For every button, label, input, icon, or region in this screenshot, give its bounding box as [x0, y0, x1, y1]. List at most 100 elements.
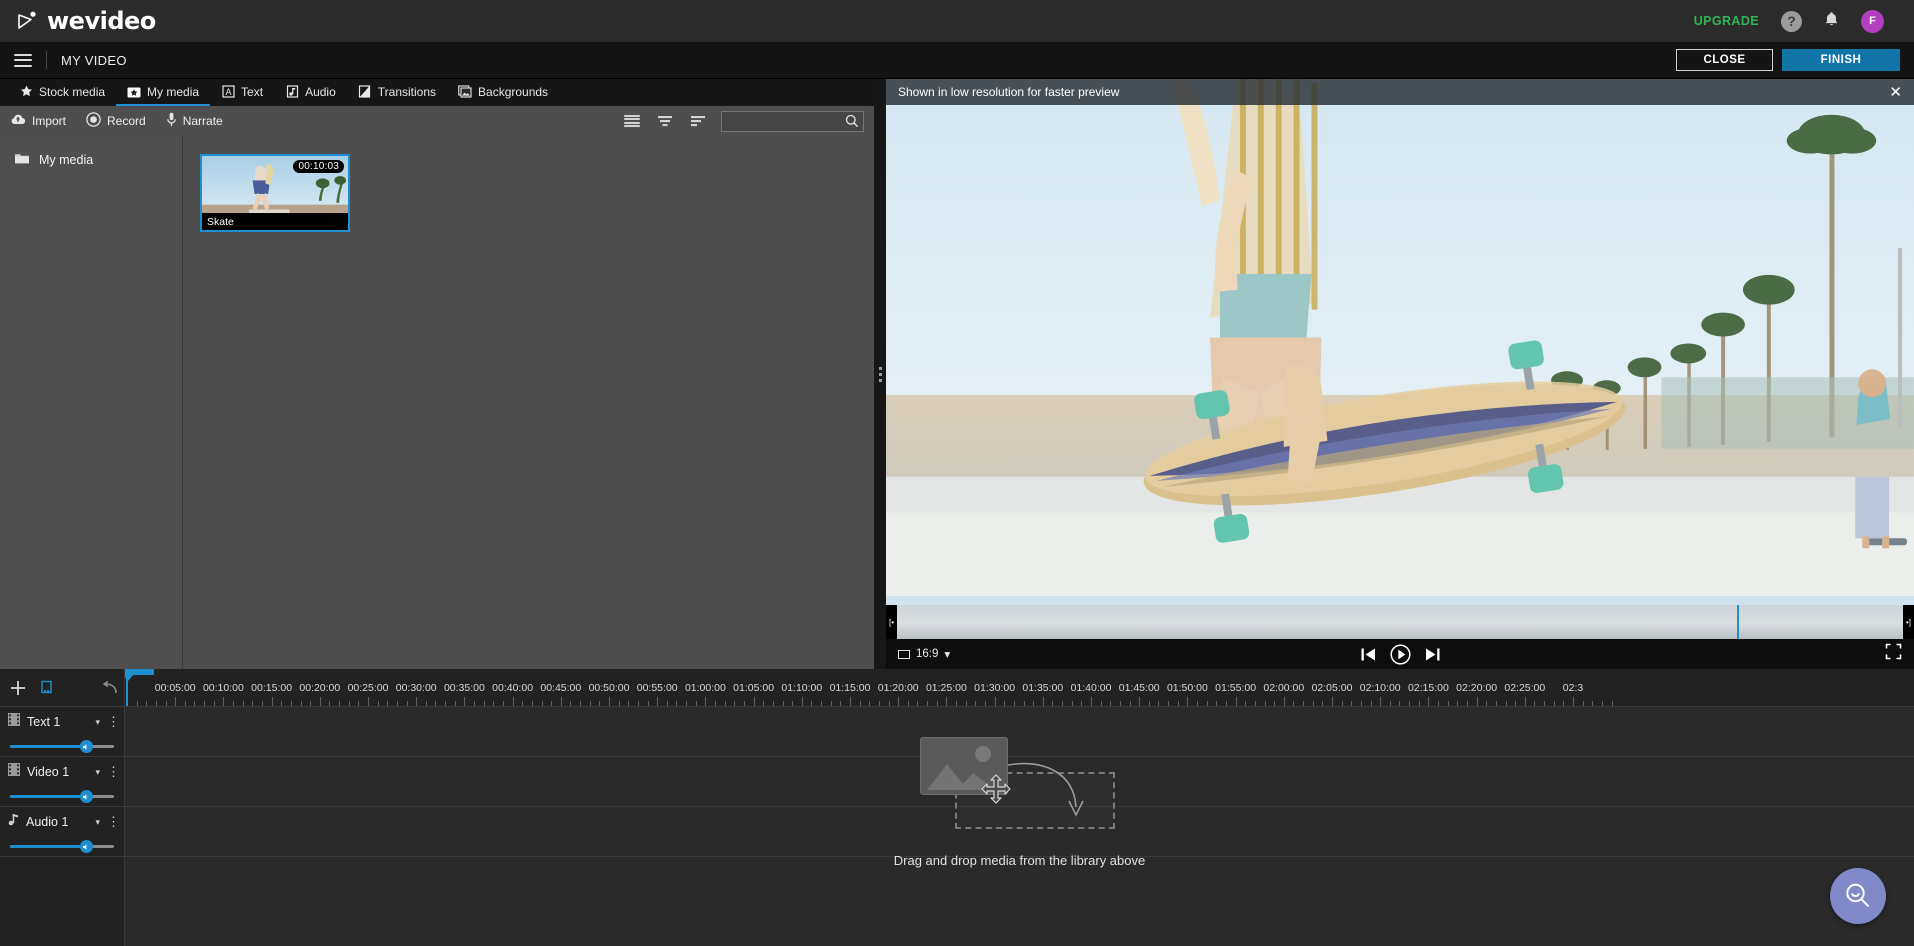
transport-controls	[886, 643, 1914, 665]
ruler-tick	[609, 697, 610, 706]
tab-text[interactable]: A Text	[210, 79, 274, 106]
ruler-tick	[541, 701, 543, 706]
skip-next-icon[interactable]	[1424, 647, 1441, 662]
track-lane-audio-1[interactable]	[125, 807, 1914, 857]
ruler-tick	[1119, 701, 1121, 706]
ruler-tick	[1129, 701, 1131, 706]
playhead-marker[interactable]: 00:00:00	[125, 669, 154, 681]
ruler-tick	[213, 701, 215, 706]
video-preview[interactable]	[886, 79, 1914, 605]
filter-icon[interactable]	[657, 115, 673, 128]
track-menu-icon[interactable]: ⋮	[107, 765, 120, 779]
tab-transitions[interactable]: Transitions	[347, 79, 447, 106]
media-panel: Stock media My media A Text Audio Transi…	[0, 79, 874, 669]
track-volume-slider[interactable]	[8, 790, 116, 803]
transition-icon	[358, 85, 372, 98]
track-header-video-1[interactable]: Video 1 ▾ ⋮	[0, 757, 124, 807]
track-lane-video-1[interactable]	[125, 757, 1914, 807]
finish-button[interactable]: FINISH	[1782, 49, 1900, 71]
ruler-tick	[300, 701, 302, 706]
search-fab-button[interactable]	[1830, 868, 1886, 924]
film-strip-icon	[8, 763, 20, 781]
slider-knob[interactable]	[79, 740, 93, 753]
ruler-tick	[637, 701, 639, 706]
close-button[interactable]: CLOSE	[1676, 49, 1773, 71]
tab-stock-media[interactable]: Stock media	[8, 79, 116, 106]
ruler-tick	[811, 701, 813, 706]
timeline-ruler[interactable]: 00:00:00 00:05:00 00:10:00 00:15:00 00:20:0…	[125, 669, 1914, 706]
media-asset-skate[interactable]: 00:10:03 Skate	[200, 154, 350, 232]
chevron-down-icon[interactable]: ▾	[95, 767, 100, 778]
trim-handle-left-icon[interactable]: [•	[886, 605, 897, 639]
wevideo-logo[interactable]: wevideo	[18, 7, 156, 35]
ruler-tick	[917, 701, 919, 706]
record-button[interactable]: Record	[86, 112, 146, 130]
ruler-tick	[821, 701, 823, 706]
scrubber-track[interactable]	[897, 605, 1903, 639]
ruler-tick	[1611, 701, 1613, 706]
folder-item-my-media[interactable]: My media	[0, 146, 182, 174]
panel-resize-handle[interactable]	[874, 79, 886, 669]
bell-icon[interactable]	[1824, 11, 1839, 31]
ruler-tick	[435, 701, 437, 706]
tab-my-media[interactable]: My media	[116, 79, 211, 106]
tab-label: Audio	[305, 84, 336, 99]
chevron-down-icon[interactable]: ▾	[95, 717, 100, 728]
sort-icon[interactable]	[690, 115, 706, 128]
ruler-tick	[319, 697, 321, 706]
search-input[interactable]	[721, 110, 864, 132]
ruler-tick	[686, 701, 688, 706]
ruler-tick	[984, 701, 986, 706]
ruler-tick	[1515, 701, 1517, 706]
slider-fill	[10, 745, 88, 748]
avatar[interactable]: F	[1861, 9, 1884, 33]
tab-backgrounds[interactable]: Backgrounds	[447, 79, 559, 106]
hamburger-menu-icon[interactable]	[14, 53, 32, 67]
slider-knob[interactable]	[79, 790, 93, 803]
ruler-tick	[1197, 701, 1199, 706]
crop-overlay-icon[interactable]	[40, 680, 56, 696]
ruler-tick	[1081, 701, 1083, 706]
play-circle-icon[interactable]	[1389, 643, 1411, 665]
question-mark-icon[interactable]: ?	[1781, 10, 1802, 32]
ruler-tick	[628, 701, 630, 706]
list-view-icon[interactable]	[624, 114, 640, 128]
tab-label: Text	[241, 84, 264, 99]
ruler-tick	[792, 701, 794, 706]
track-menu-icon[interactable]: ⋮	[107, 815, 120, 829]
track-lane-text-1[interactable]	[125, 707, 1914, 757]
track-volume-slider[interactable]	[8, 840, 116, 853]
preview-scrubber[interactable]: [• •]	[886, 605, 1914, 639]
plus-icon[interactable]	[10, 680, 26, 696]
ruler-tick	[155, 701, 157, 706]
ruler-tick	[1062, 701, 1064, 706]
chevron-down-icon[interactable]: ▾	[95, 817, 100, 828]
track-menu-icon[interactable]: ⋮	[107, 715, 120, 729]
brand-bar-actions: UPGRADE ? F	[1694, 9, 1896, 33]
preview-playhead[interactable]	[1737, 605, 1740, 639]
close-x-icon[interactable]: ✕	[1889, 85, 1902, 100]
track-header-text-1[interactable]: Text 1 ▾ ⋮	[0, 707, 124, 757]
ruler-tick-label: 01:30:00	[974, 682, 1016, 694]
track-header-audio-1[interactable]: Audio 1 ▾ ⋮	[0, 807, 124, 857]
ruler-tick	[965, 701, 967, 706]
ruler-tick	[1283, 697, 1285, 706]
upgrade-link[interactable]: UPGRADE	[1694, 14, 1759, 28]
ruler-tick	[1380, 697, 1382, 706]
preview-panel: Shown in low resolution for faster previ…	[886, 79, 1914, 669]
slider-knob[interactable]	[79, 840, 93, 853]
undo-arrow-icon[interactable]	[100, 680, 118, 695]
track-lanes[interactable]: Drag and drop media from the library abo…	[125, 707, 1914, 946]
music-note-icon	[8, 813, 19, 831]
track-volume-slider[interactable]	[8, 740, 116, 753]
narrate-button[interactable]: Narrate	[166, 112, 223, 130]
ruler-tick	[281, 701, 283, 706]
import-button[interactable]: Import	[10, 113, 66, 129]
skip-previous-icon[interactable]	[1360, 647, 1377, 662]
ruler-tick	[1206, 701, 1208, 706]
tab-audio[interactable]: Audio	[274, 79, 347, 106]
trim-handle-right-icon[interactable]: •]	[1903, 605, 1914, 639]
ruler-tick	[830, 701, 832, 706]
ruler-tick	[1601, 701, 1603, 706]
playhead-pointer	[125, 674, 134, 681]
